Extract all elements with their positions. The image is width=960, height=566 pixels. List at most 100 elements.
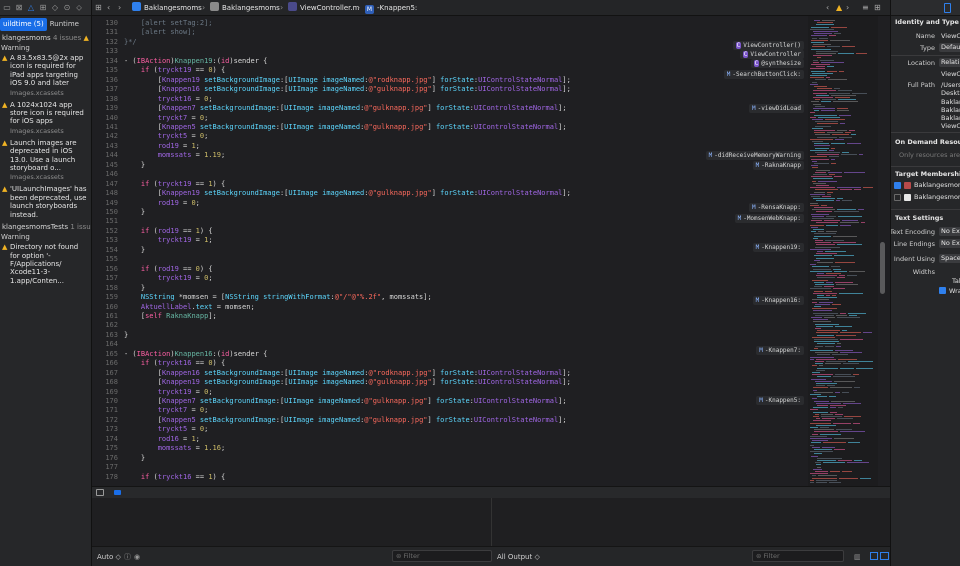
code-line[interactable]: tryckt7 = 0; — [124, 406, 209, 415]
indent-using-popup[interactable]: Space — [939, 254, 960, 263]
variables-scope-popup[interactable]: Auto ◇ — [97, 552, 121, 562]
tests-issue-group[interactable]: klangesmomsTests 1 issue ▲ — [0, 222, 91, 232]
target2-checkbox[interactable] — [894, 194, 901, 201]
code-line[interactable]: } — [124, 161, 145, 170]
code-line[interactable]: AktuellLabel.text = momsen; — [124, 303, 255, 312]
code-line[interactable]: rod16 = 1; — [124, 435, 200, 444]
project-issue-group[interactable]: klangesmoms 4 issues ▲ — [0, 33, 91, 43]
left-pane-toggle-icon[interactable] — [870, 552, 878, 560]
issue-item[interactable]: ▲ A 83.5x83.5@2x app icon is required for… — [0, 53, 91, 100]
symbol-marker[interactable]: M -RensaKnapp: — [749, 203, 804, 212]
breakpoint-icon[interactable]: ⬦ — [74, 3, 84, 13]
code-line[interactable]: momssats = 1.19; — [124, 151, 225, 160]
symbol-marker[interactable]: M -Knappen7: — [756, 346, 804, 355]
location-popup[interactable]: Relati — [939, 58, 960, 67]
code-line[interactable]: [Knappen16 setBackgroundImage:[UIImage i… — [124, 85, 571, 94]
code-line[interactable]: if (tryckt19 == 1) { — [124, 180, 225, 189]
issue-item[interactable]: ▲ A 1024x1024 app store icon is required … — [0, 100, 91, 138]
code-line[interactable]: tryckt19 = 0; — [124, 274, 213, 283]
symbol-marker[interactable]: M -viewDidLoad — [749, 104, 804, 113]
source-control-icon[interactable]: ⊠ — [14, 3, 24, 13]
hide-debug-area-icon[interactable] — [96, 489, 104, 496]
code-line[interactable]: [Knappen5 setBackgroundImage:[UIImage im… — [124, 123, 567, 132]
code-line[interactable]: if (rod19 == 1) { — [124, 227, 213, 236]
code-line[interactable]: if (tryckt16 == 0) { — [124, 359, 225, 368]
code-line[interactable]: tryckt19 = 0; — [124, 388, 213, 397]
warning-icon[interactable]: ▲ — [836, 3, 842, 13]
vertical-scrollbar[interactable] — [880, 242, 885, 294]
code-line[interactable]: } — [124, 331, 128, 340]
wrap-lines-checkbox[interactable] — [939, 287, 946, 294]
symbol-marker[interactable]: C @synthesize — [750, 59, 804, 68]
code-line[interactable]: } — [124, 454, 145, 463]
name-value[interactable]: ViewCo — [941, 32, 960, 40]
issue-item[interactable]: ▲ 'UILaunchImages' has been deprecated, u… — [0, 184, 91, 221]
code-line[interactable]: [Knappen7 setBackgroundImage:[UIImage im… — [124, 397, 567, 406]
code-line[interactable]: }*/ — [124, 38, 137, 47]
code-line[interactable]: - (IBAction)Knappen19:(id)sender { — [124, 57, 267, 66]
info-icon[interactable]: ⓘ — [124, 552, 131, 562]
issue-nav-left-icon[interactable]: ‹ — [826, 3, 829, 13]
buildtime-tab[interactable]: uildtime (5) — [0, 18, 47, 31]
breadcrumb-method[interactable]: M -Knappen5: — [365, 2, 417, 14]
code-line[interactable]: } — [124, 208, 145, 217]
back-icon[interactable]: ‹ — [107, 3, 110, 13]
code-area[interactable]: 130 [alert setTag:2]; 131 [alert show]; 13… — [92, 16, 804, 486]
symbol-marker[interactable]: M -MomsenWebKnapp: — [734, 214, 804, 223]
symbol-icon[interactable]: ⊞ — [38, 3, 48, 13]
code-line[interactable]: if (tryckt16 == 1) { — [124, 473, 225, 482]
code-line[interactable]: tryckt19 = 1; — [124, 236, 213, 245]
breadcrumb-file[interactable]: ViewController.m — [288, 2, 359, 14]
find-icon[interactable]: ◇ — [50, 3, 60, 13]
symbol-marker[interactable]: M -Knappen5: — [756, 396, 804, 405]
trash-icon[interactable]: ▥ — [854, 552, 861, 562]
code-line[interactable]: tryckt5 = 0; — [124, 425, 209, 434]
output-popup[interactable]: All Output ◇ — [497, 552, 540, 562]
code-line[interactable]: tryckt7 = 0; — [124, 114, 209, 123]
issue-navigator-icon[interactable]: △ — [26, 3, 36, 13]
code-line[interactable]: tryckt5 = 0; — [124, 132, 209, 141]
code-line[interactable]: - (IBAction)Knappen16:(id)sender { — [124, 350, 267, 359]
code-line[interactable]: [Knappen16 setBackgroundImage:[UIImage i… — [124, 369, 571, 378]
symbol-marker[interactable]: C ViewController — [739, 50, 804, 59]
symbol-marker[interactable]: M -didReceiveMemoryWarning — [705, 151, 804, 160]
code-line[interactable]: momssats = 1.16; — [124, 444, 225, 453]
editor-options-icon[interactable]: ≡ — [862, 3, 869, 13]
breakpoints-toggle-icon[interactable] — [114, 490, 121, 495]
code-line[interactable]: NSString *momsen = [NSString stringWithF… — [124, 293, 432, 302]
variables-view[interactable] — [92, 498, 492, 546]
forward-icon[interactable]: › — [118, 3, 121, 13]
eye-icon[interactable]: ◉ — [134, 552, 140, 562]
target1-checkbox[interactable] — [894, 182, 901, 189]
code-line[interactable]: [Knappen7 setBackgroundImage:[UIImage im… — [124, 104, 567, 113]
file-inspector-icon[interactable] — [944, 3, 951, 13]
symbol-marker[interactable]: C ViewController() — [732, 41, 804, 50]
minimap[interactable] — [808, 16, 878, 486]
code-line[interactable]: [alert setTag:2]; — [124, 19, 213, 28]
related-items-icon[interactable]: ⊞ — [95, 3, 102, 13]
test-icon[interactable]: ⊙ — [62, 3, 72, 13]
text-encoding-popup[interactable]: No Ex — [939, 227, 960, 236]
code-line[interactable]: [Knappen5 setBackgroundImage:[UIImage im… — [124, 416, 567, 425]
variables-filter-field[interactable]: ⊜ Filter — [392, 550, 492, 562]
code-line[interactable]: [self RaknaKnapp]; — [124, 312, 217, 321]
symbol-marker[interactable]: M -SearchButtonClick: — [723, 70, 804, 79]
symbol-marker[interactable]: M -Knappen19: — [752, 243, 804, 252]
code-line[interactable]: [Knappen19 setBackgroundImage:[UIImage i… — [124, 76, 571, 85]
symbol-marker[interactable]: M -Knappen16: — [752, 296, 804, 305]
code-line[interactable]: if (rod19 == 0) { — [124, 265, 213, 274]
code-line[interactable]: tryckt16 = 0; — [124, 95, 213, 104]
type-popup[interactable]: Defau — [939, 43, 960, 52]
runtime-tab[interactable]: Runtime — [47, 18, 82, 31]
code-line[interactable]: [alert show]; — [124, 28, 196, 37]
breadcrumb-group[interactable]: Baklangesmoms — [210, 2, 280, 14]
code-line[interactable]: [Knappen19 setBackgroundImage:[UIImage i… — [124, 189, 571, 198]
line-endings-popup[interactable]: No Ex — [939, 239, 960, 248]
right-pane-toggle-icon[interactable] — [880, 552, 889, 560]
issue-nav-right-icon[interactable]: › — [846, 3, 849, 13]
breadcrumb-project[interactable]: Baklangesmoms — [132, 2, 202, 14]
code-line[interactable]: } — [124, 246, 145, 255]
code-line[interactable]: rod19 = 1; — [124, 142, 200, 151]
symbol-marker[interactable]: M -RaknaKnapp — [752, 161, 804, 170]
add-editor-icon[interactable]: ⊞ — [874, 3, 881, 13]
